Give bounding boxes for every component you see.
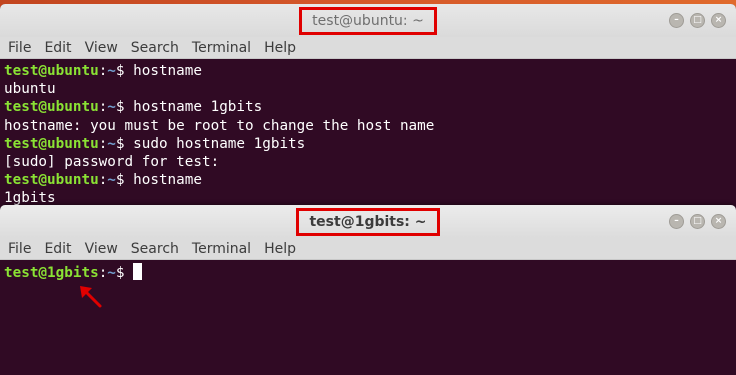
prompt-symbol: $ (115, 99, 134, 116)
terminal-window-1gbits: test@1gbits: ~ – □ × File Edit View Sear… (0, 205, 736, 375)
prompt-symbol: $ (115, 265, 134, 281)
prompt-sep: : (98, 172, 108, 189)
close-button[interactable]: × (711, 13, 726, 28)
menu-bar: File Edit View Search Terminal Help (0, 37, 736, 59)
output-line: [sudo] password for test: (4, 154, 220, 171)
prompt-symbol: $ (115, 63, 134, 79)
terminal-output[interactable]: test@1gbits:~$ (0, 260, 736, 282)
menu-search[interactable]: Search (131, 241, 179, 257)
prompt-sep: : (98, 135, 108, 152)
menu-view[interactable]: View (85, 241, 118, 257)
prompt-user: test@ubuntu (4, 99, 99, 116)
window-title: test@1gbits: ~ (296, 207, 440, 236)
prompt-line: test@ubuntu:~$ sudo hostname 1gbits (4, 135, 736, 153)
minimize-button[interactable]: – (669, 13, 684, 28)
prompt-sep: : (98, 265, 108, 281)
prompt-line: test@ubuntu:~$ hostname (4, 62, 736, 80)
prompt-symbol: $ (115, 172, 134, 189)
title-bar[interactable]: test@1gbits: ~ – □ × (0, 205, 736, 238)
command-text: hostname (133, 172, 202, 189)
output-line: ubuntu (4, 81, 56, 98)
menu-edit[interactable]: Edit (44, 241, 71, 257)
prompt-user: test@ubuntu (4, 63, 99, 79)
maximize-button[interactable]: □ (690, 13, 705, 28)
window-title: test@ubuntu: ~ (299, 6, 437, 35)
window-controls: – □ × (669, 13, 726, 28)
prompt-user: test@1gbits (4, 265, 99, 281)
prompt-symbol: $ (115, 135, 134, 152)
menu-file[interactable]: File (8, 241, 31, 257)
menu-view[interactable]: View (85, 40, 118, 56)
prompt-line: test@ubuntu:~$ hostname 1gbits (4, 98, 736, 116)
command-text: hostname (133, 63, 202, 79)
prompt-dir: ~ (107, 172, 116, 189)
prompt-line: test@ubuntu:~$ hostname (4, 171, 736, 189)
menu-bar: File Edit View Search Terminal Help (0, 238, 736, 260)
text-cursor (133, 263, 143, 280)
menu-search[interactable]: Search (131, 40, 179, 56)
prompt-dir: ~ (107, 63, 116, 79)
prompt-user: test@ubuntu (4, 172, 99, 189)
menu-terminal[interactable]: Terminal (192, 40, 251, 56)
prompt-line: test@1gbits:~$ (4, 263, 736, 282)
command-text: sudo hostname 1gbits (133, 135, 306, 152)
close-button[interactable]: × (711, 214, 726, 229)
menu-help[interactable]: Help (264, 40, 296, 56)
output-line: hostname: you must be root to change the… (4, 117, 435, 134)
prompt-dir: ~ (107, 135, 116, 152)
red-arrow-icon (80, 286, 102, 308)
maximize-button[interactable]: □ (690, 214, 705, 229)
prompt-dir: ~ (107, 99, 116, 116)
window-controls: – □ × (669, 214, 726, 229)
menu-file[interactable]: File (8, 40, 31, 56)
prompt-user: test@ubuntu (4, 135, 99, 152)
terminal-window-ubuntu: test@ubuntu: ~ – □ × File Edit View Sear… (0, 4, 736, 214)
minimize-button[interactable]: – (669, 214, 684, 229)
prompt-sep: : (98, 63, 108, 79)
terminal-output[interactable]: test@ubuntu:~$ hostname ubuntu test@ubuntu… (0, 59, 736, 208)
command-text: hostname 1gbits (133, 99, 263, 116)
menu-terminal[interactable]: Terminal (192, 241, 251, 257)
prompt-dir: ~ (107, 265, 116, 281)
menu-edit[interactable]: Edit (44, 40, 71, 56)
menu-help[interactable]: Help (264, 241, 296, 257)
title-bar[interactable]: test@ubuntu: ~ – □ × (0, 4, 736, 37)
prompt-sep: : (98, 99, 108, 116)
